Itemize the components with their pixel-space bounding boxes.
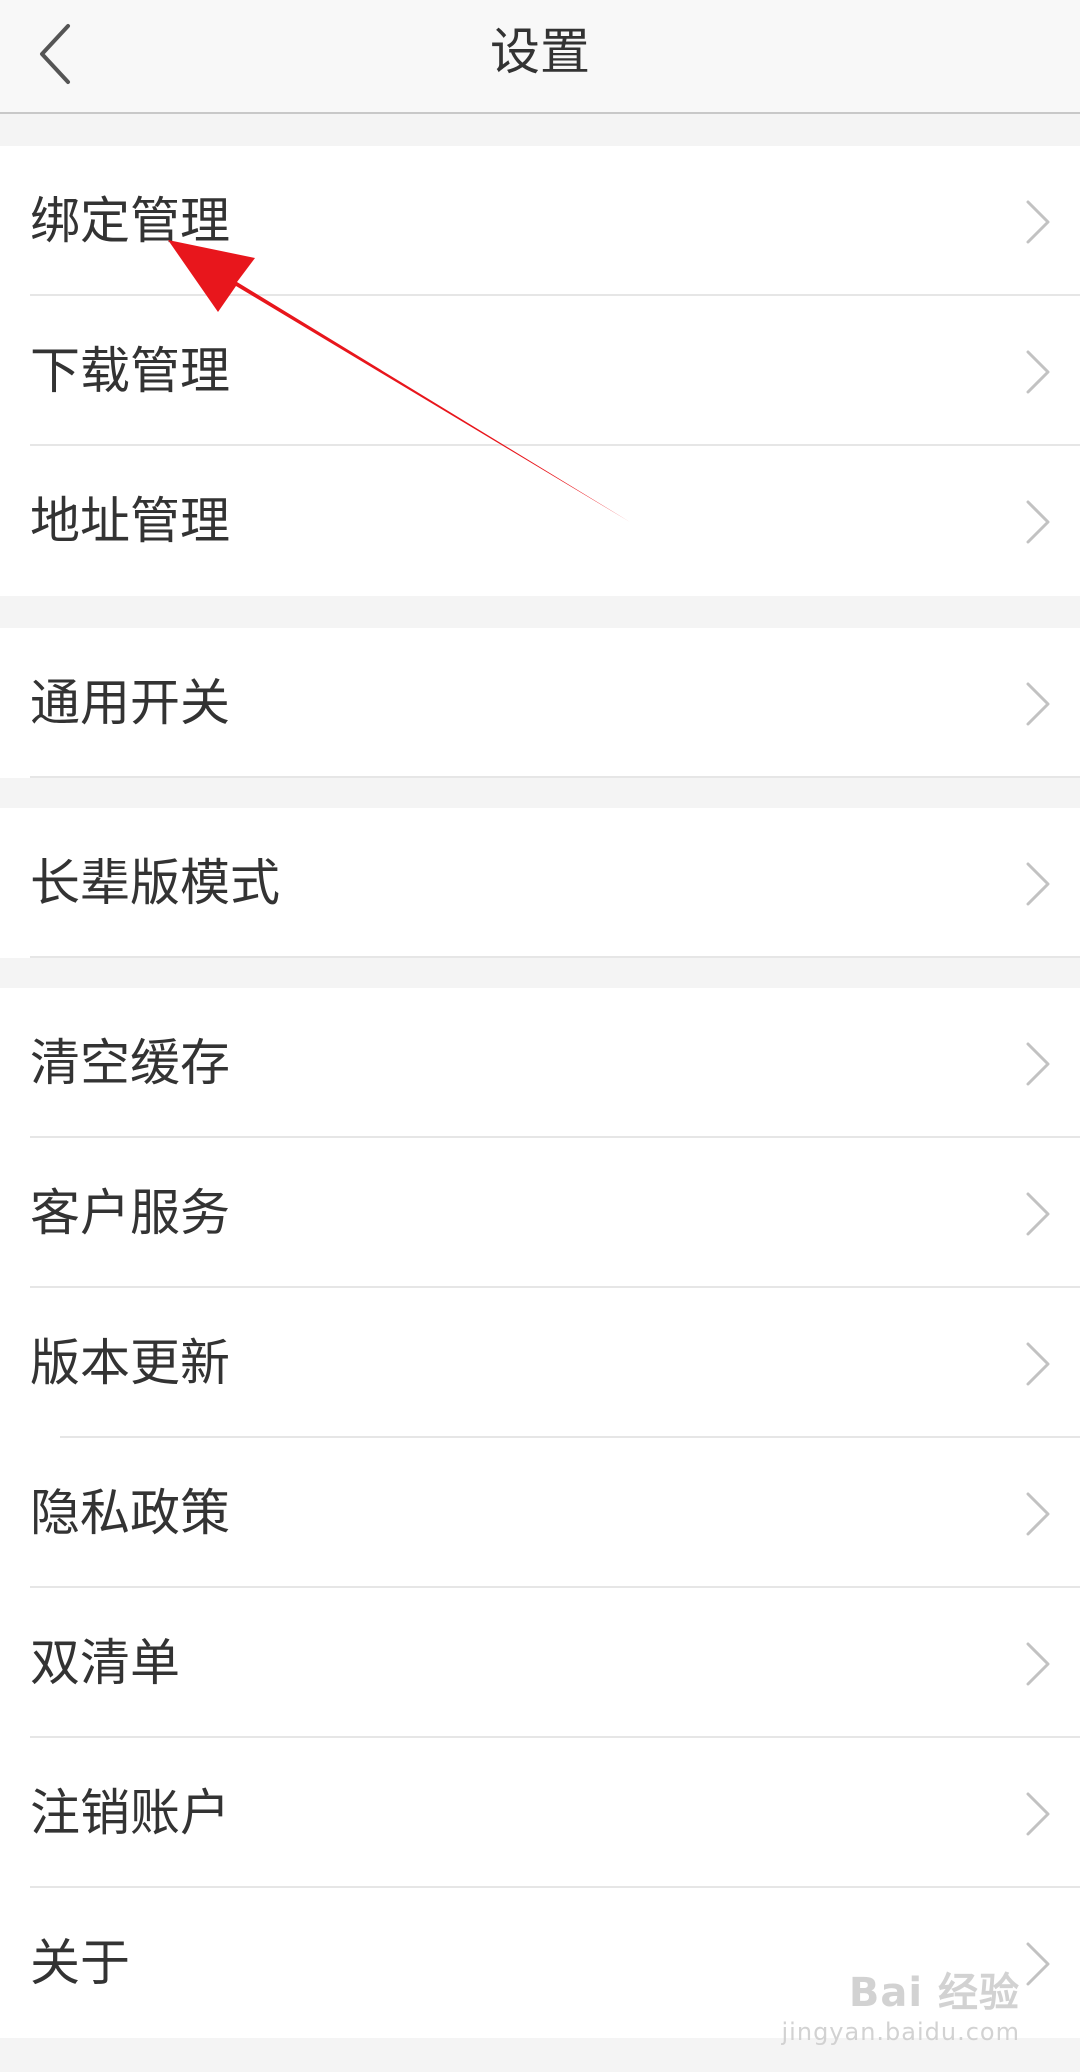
settings-item-binding[interactable]: 绑定管理 bbox=[0, 146, 1080, 296]
settings-group-elder: 长辈版模式 bbox=[0, 808, 1080, 958]
chevron-right-icon bbox=[1024, 1190, 1052, 1238]
settings-item-label: 地址管理 bbox=[30, 492, 230, 550]
settings-item-label: 注销账户 bbox=[30, 1784, 230, 1842]
settings-item-label: 长辈版模式 bbox=[30, 854, 280, 912]
chevron-right-icon bbox=[1024, 498, 1052, 546]
chevron-right-icon bbox=[1024, 1640, 1052, 1688]
chevron-right-icon bbox=[1024, 1040, 1052, 1088]
settings-item-download[interactable]: 下载管理 bbox=[0, 296, 1080, 446]
settings-item-elder-mode[interactable]: 长辈版模式 bbox=[0, 808, 1080, 958]
divider bbox=[30, 776, 1080, 778]
chevron-right-icon bbox=[1024, 348, 1052, 396]
chevron-right-icon bbox=[1024, 1940, 1052, 1988]
watermark: Bai 经验 jingyan.baidu.com bbox=[782, 1960, 1020, 2046]
chevron-right-icon bbox=[1024, 198, 1052, 246]
settings-item-customer-service[interactable]: 客户服务 bbox=[0, 1138, 1080, 1288]
settings-item-version-update[interactable]: 版本更新 bbox=[0, 1288, 1080, 1438]
chevron-right-icon bbox=[1024, 680, 1052, 728]
page-title: 设置 bbox=[490, 23, 590, 81]
header-bar: 设置 bbox=[0, 0, 1080, 114]
settings-item-cancel-account[interactable]: 注销账户 bbox=[0, 1738, 1080, 1888]
settings-item-label: 清空缓存 bbox=[30, 1034, 230, 1092]
settings-item-label: 版本更新 bbox=[30, 1334, 230, 1392]
settings-item-address[interactable]: 地址管理 bbox=[0, 446, 1080, 596]
chevron-right-icon bbox=[1024, 1790, 1052, 1838]
settings-item-label: 关于 bbox=[30, 1934, 130, 1992]
chevron-right-icon bbox=[1024, 860, 1052, 908]
settings-item-label: 下载管理 bbox=[30, 342, 230, 400]
settings-item-label: 客户服务 bbox=[30, 1184, 230, 1242]
watermark-text: Bai 经验 bbox=[848, 1970, 1020, 2016]
settings-group-other: 清空缓存 客户服务 版本更新 隐私政策 双清单 注销账户 关于 bbox=[0, 988, 1080, 2038]
chevron-right-icon bbox=[1024, 1340, 1052, 1388]
settings-item-privacy-policy[interactable]: 隐私政策 bbox=[0, 1438, 1080, 1588]
settings-item-label: 绑定管理 bbox=[30, 192, 230, 250]
settings-item-dual-list[interactable]: 双清单 bbox=[0, 1588, 1080, 1738]
settings-item-general-switch[interactable]: 通用开关 bbox=[0, 628, 1080, 778]
settings-group-general: 通用开关 bbox=[0, 628, 1080, 778]
settings-item-label: 通用开关 bbox=[30, 674, 230, 732]
watermark-url: jingyan.baidu.com bbox=[781, 2018, 1020, 2046]
chevron-right-icon bbox=[1024, 1490, 1052, 1538]
settings-group-account: 绑定管理 下载管理 地址管理 bbox=[0, 146, 1080, 596]
settings-item-label: 双清单 bbox=[30, 1634, 180, 1692]
settings-item-label: 隐私政策 bbox=[30, 1484, 230, 1542]
divider bbox=[30, 956, 1080, 958]
settings-item-clear-cache[interactable]: 清空缓存 bbox=[0, 988, 1080, 1138]
